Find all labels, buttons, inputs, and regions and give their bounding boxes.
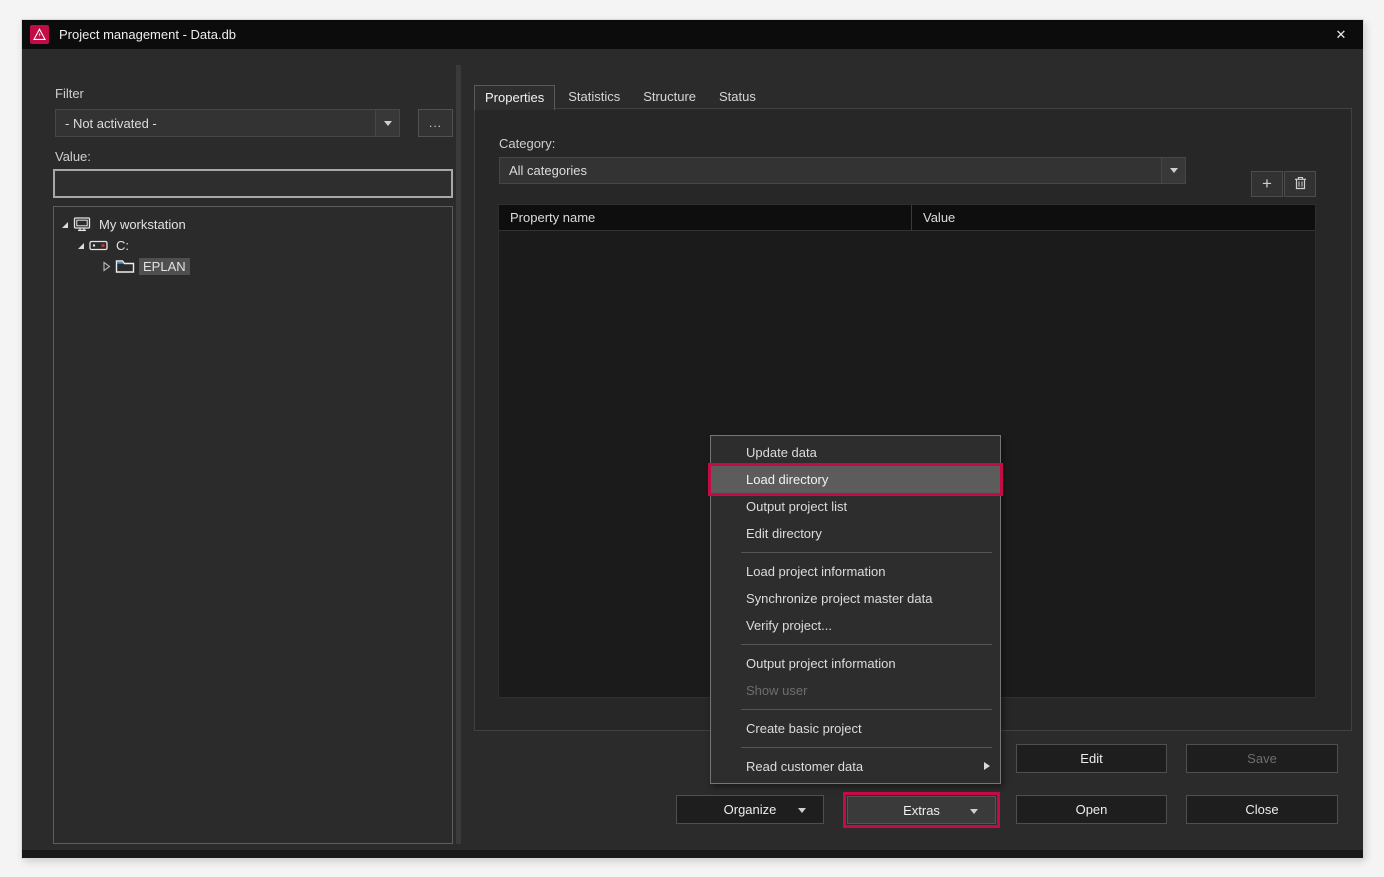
organize-button-label: Organize [724,802,777,817]
open-button[interactable]: Open [1016,795,1167,824]
drive-icon [89,240,108,251]
filter-dropdown[interactable]: - Not activated - [55,109,400,137]
chevron-down-icon [970,809,978,814]
value-label: Value: [55,149,91,164]
project-management-window: Project management - Data.db ✕ Filter - … [22,20,1363,858]
expander-expanded-icon[interactable] [58,219,70,230]
menu-separator [741,709,992,710]
filter-dropdown-value: - Not activated - [56,116,375,131]
menu-item-output-project-information[interactable]: Output project information [711,650,1000,677]
menu-item-edit-directory[interactable]: Edit directory [711,520,1000,547]
category-dropdown[interactable]: All categories [499,157,1186,184]
chevron-down-icon[interactable] [375,110,399,136]
panel-splitter[interactable] [456,65,461,844]
window-close-button[interactable]: ✕ [1325,20,1357,49]
close-button[interactable]: Close [1186,795,1338,824]
extras-highlight-box: Extras [843,792,1000,828]
tab-statistics[interactable]: Statistics [558,85,630,109]
value-input[interactable] [53,169,453,198]
menu-item-synchronize-project-master-data[interactable]: Synchronize project master data [711,585,1000,612]
filter-label: Filter [55,86,84,101]
expander-expanded-icon[interactable] [74,240,86,251]
tree-item-label: C: [112,237,133,254]
chevron-down-icon[interactable] [1161,158,1185,183]
menu-item-load-directory[interactable]: Load directory [711,466,1000,493]
category-label: Category: [499,136,555,151]
titlebar: Project management - Data.db ✕ [22,20,1363,49]
column-header-property-name[interactable]: Property name [499,205,912,230]
trash-icon [1294,176,1307,193]
tab-properties[interactable]: Properties [474,85,555,110]
category-dropdown-value: All categories [500,163,1161,178]
plus-icon: + [1262,174,1272,194]
expander-collapsed-icon[interactable] [100,261,112,272]
delete-property-button[interactable] [1284,171,1316,197]
tab-status[interactable]: Status [709,85,766,109]
organize-button[interactable]: Organize [676,795,824,824]
menu-item-label: Read customer data [746,759,863,774]
menu-item-verify-project[interactable]: Verify project... [711,612,1000,639]
project-tree: My workstation C: [53,206,453,844]
add-property-button[interactable]: + [1251,171,1283,197]
tree-item-label: My workstation [95,216,190,233]
menu-item-create-basic-project[interactable]: Create basic project [711,715,1000,742]
tree-item-label: EPLAN [139,258,190,275]
folder-icon [115,259,135,274]
window-bottom-bar [22,850,1363,858]
menu-separator [741,747,992,748]
edit-button[interactable]: Edit [1016,744,1167,773]
extras-button[interactable]: Extras [847,796,996,824]
tree-item-my-workstation[interactable]: My workstation [54,214,452,235]
menu-item-show-user: Show user [711,677,1000,704]
menu-item-read-customer-data[interactable]: Read customer data [711,753,1000,780]
window-title: Project management - Data.db [59,27,236,42]
tab-structure[interactable]: Structure [633,85,706,109]
menu-separator [741,552,992,553]
extras-context-menu: Update data Load directory Output projec… [710,435,1001,784]
desktop-background: { "window": { "title": "Project manageme… [0,0,1384,877]
tab-bar: Properties Statistics Structure Status [474,84,769,109]
extras-button-label: Extras [903,803,940,818]
submenu-arrow-icon [984,762,990,770]
workstation-icon [73,217,91,232]
menu-separator [741,644,992,645]
column-header-value[interactable]: Value [912,205,1315,230]
save-button: Save [1186,744,1338,773]
menu-item-update-data[interactable]: Update data [711,439,1000,466]
eplan-logo-icon [30,25,49,44]
chevron-down-icon [798,808,806,813]
property-table-header: Property name Value [499,205,1315,231]
tree-item-eplan-folder[interactable]: EPLAN [54,256,452,277]
menu-item-load-project-information[interactable]: Load project information [711,558,1000,585]
tree-item-c-drive[interactable]: C: [54,235,452,256]
menu-item-output-project-list[interactable]: Output project list [711,493,1000,520]
filter-browse-button[interactable]: ... [418,109,453,137]
